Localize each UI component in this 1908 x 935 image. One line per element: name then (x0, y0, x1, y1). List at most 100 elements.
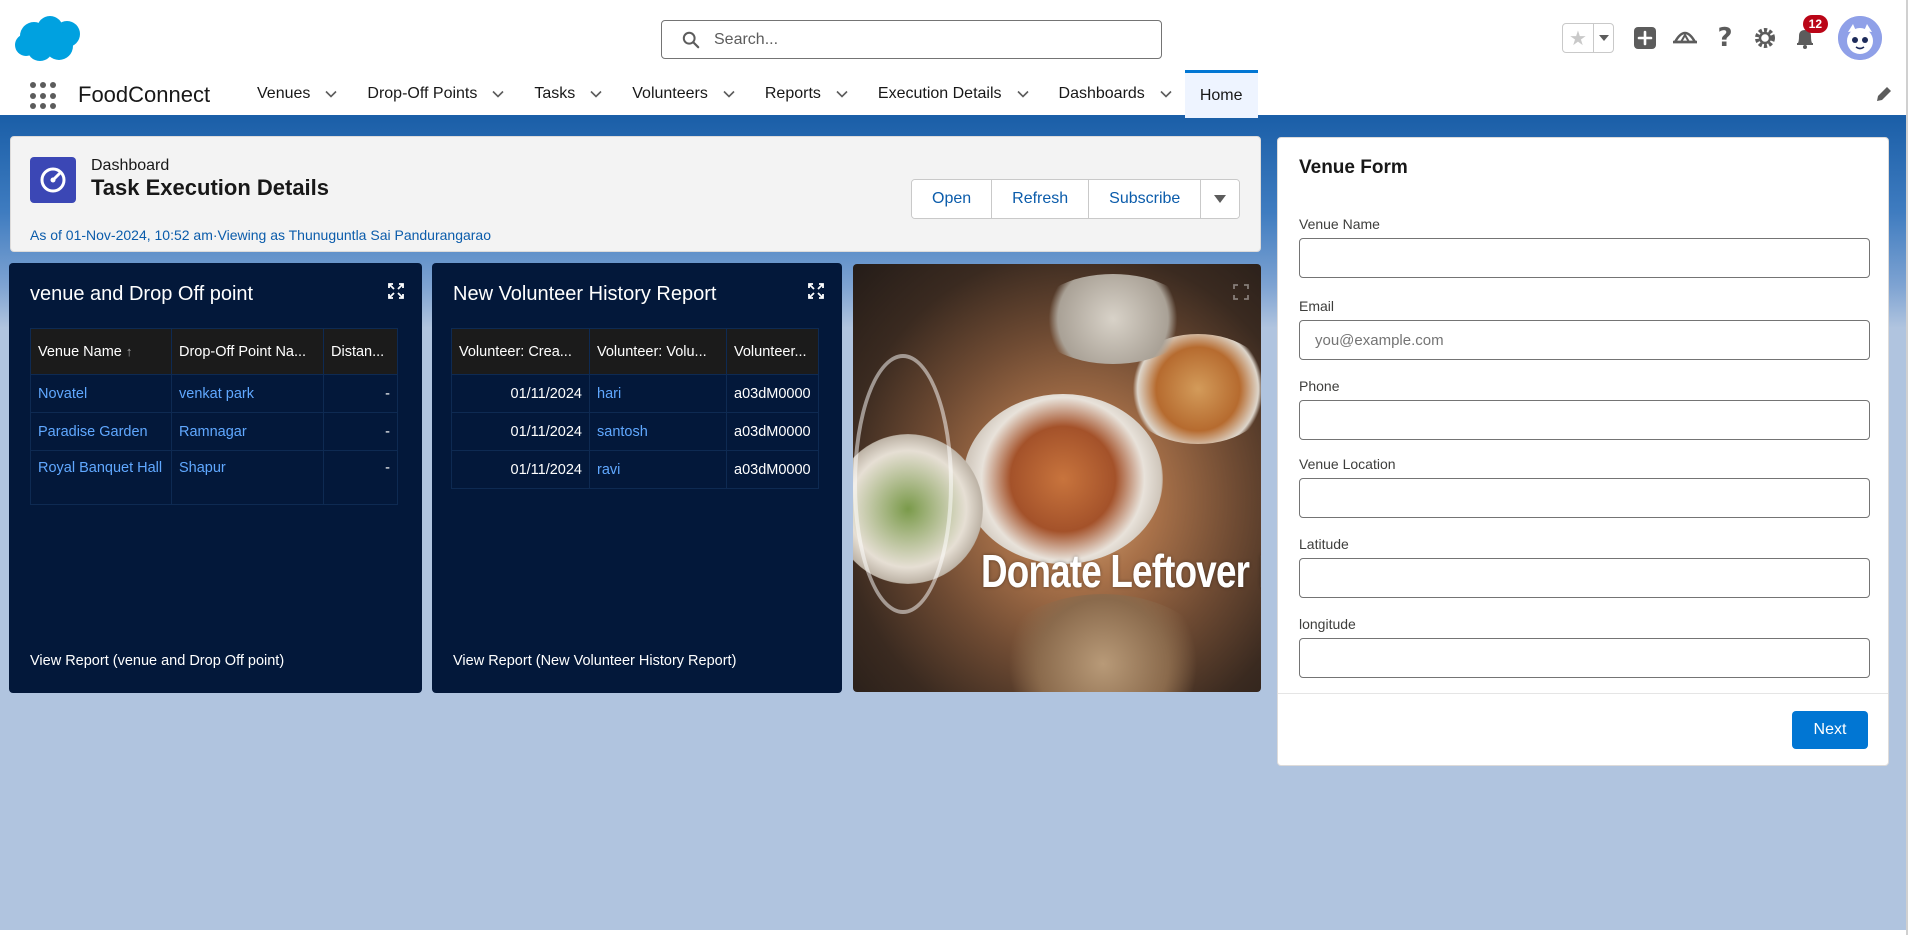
header-utility-icons: ★ ? 12 (1562, 15, 1882, 60)
column-header-volunteer-name[interactable]: Volunteer: Volu... (589, 328, 727, 375)
chevron-down-icon[interactable] (589, 87, 603, 101)
column-header-distance[interactable]: Distan... (323, 328, 398, 375)
dropoff-link[interactable]: venkat park (171, 374, 324, 413)
nav-tab-dashboards[interactable]: Dashboards (1042, 70, 1185, 118)
volunteer-link[interactable]: hari (589, 374, 727, 413)
bell-icon[interactable]: 12 (1792, 15, 1828, 51)
volunteer-id: a03dM0000 (726, 450, 819, 489)
open-button[interactable]: Open (912, 180, 993, 218)
latitude-field-group: Latitude (1299, 536, 1870, 598)
report-table: Venue Name ↑ Drop-Off Point Na... Distan… (30, 328, 398, 505)
field-label: Email (1299, 298, 1335, 314)
dropoff-link[interactable]: Shapur (171, 450, 324, 505)
created-date: 01/11/2024 (451, 374, 590, 413)
nav-tab-reports[interactable]: Reports (748, 70, 861, 118)
search-icon (682, 31, 700, 48)
nav-tab-volunteers[interactable]: Volunteers (615, 70, 748, 118)
form-title: Venue Form (1299, 157, 1408, 178)
field-label: Phone (1299, 378, 1340, 394)
report-table: Volunteer: Crea... Volunteer: Volu... Vo… (451, 328, 819, 489)
more-actions-button[interactable] (1201, 180, 1240, 218)
nav-tab-tasks[interactable]: Tasks (517, 70, 615, 118)
chevron-down-icon[interactable] (722, 87, 736, 101)
refresh-button[interactable]: Refresh (992, 180, 1090, 218)
subscribe-button[interactable]: Subscribe (1089, 180, 1202, 218)
widget-volunteer-history: New Volunteer History Report Volunteer: … (432, 263, 842, 693)
nav-tab-venues[interactable]: Venues (240, 70, 350, 118)
venue-link[interactable]: Royal Banquet Hall (30, 450, 172, 505)
table-row: Paradise Garden Ramnagar - (30, 412, 398, 451)
chevron-down-icon (1214, 195, 1227, 203)
table-row: 01/11/2024 hari a03dM0000 (451, 374, 819, 413)
column-header-dropoff[interactable]: Drop-Off Point Na... (171, 328, 324, 375)
food-plate-graphic (963, 394, 1163, 564)
star-icon[interactable]: ★ (1563, 24, 1593, 52)
global-header: ★ ? 12 (0, 0, 1908, 70)
chevron-down-icon[interactable] (324, 87, 338, 101)
venue-name-input[interactable] (1299, 238, 1870, 278)
widget-title: venue and Drop Off point (30, 283, 254, 305)
add-icon[interactable] (1632, 25, 1658, 51)
salesforce-cloud-logo[interactable] (12, 14, 86, 64)
favorites-dropdown-icon[interactable] (1593, 24, 1613, 52)
favorites-group: ★ (1562, 23, 1614, 53)
volunteer-id: a03dM0000 (726, 412, 819, 451)
help-icon[interactable]: ? (1712, 23, 1738, 53)
chevron-down-icon[interactable] (491, 87, 505, 101)
column-header-created-date[interactable]: Volunteer: Crea... (451, 328, 590, 375)
venue-form: Venue Form Venue Name Email Phone Venue … (1277, 137, 1889, 766)
volunteer-link[interactable]: santosh (589, 412, 727, 451)
view-report-link[interactable]: View Report (venue and Drop Off point) (30, 653, 284, 669)
volunteer-link[interactable]: ravi (589, 450, 727, 489)
field-label: Venue Name (1299, 216, 1380, 232)
avatar[interactable] (1838, 16, 1882, 60)
nav-tab-label: Venues (257, 85, 311, 102)
expand-icon[interactable] (808, 283, 824, 299)
food-plate-graphic (1033, 274, 1193, 364)
page-content: Dashboard Task Execution Details As of 0… (0, 118, 1908, 930)
distance-value: - (323, 412, 398, 451)
latitude-input[interactable] (1299, 558, 1870, 598)
venue-link[interactable]: Paradise Garden (30, 412, 172, 451)
longitude-field-group: longitude (1299, 616, 1870, 678)
gear-icon[interactable] (1752, 25, 1778, 51)
table-row: Novatel venkat park - (30, 374, 398, 413)
dropoff-link[interactable]: Ramnagar (171, 412, 324, 451)
chevron-down-icon[interactable] (1016, 87, 1030, 101)
app-launcher-icon[interactable] (30, 82, 58, 110)
search-input[interactable] (714, 30, 1154, 49)
phone-input[interactable] (1299, 400, 1870, 440)
nav-tab-drop-off-points[interactable]: Drop-Off Points (350, 70, 517, 118)
venue-name-field-group: Venue Name (1299, 216, 1870, 278)
nav-tab-execution-details[interactable]: Execution Details (861, 70, 1042, 118)
next-button[interactable]: Next (1792, 711, 1868, 749)
created-date: 01/11/2024 (451, 450, 590, 489)
nav-tab-label: Dashboards (1058, 85, 1145, 102)
column-header-venue-name[interactable]: Venue Name ↑ (30, 328, 172, 375)
chevron-down-icon[interactable] (1159, 87, 1173, 101)
global-search[interactable] (661, 20, 1162, 59)
widget-venue-dropoff: venue and Drop Off point Venue Name ↑ Dr… (9, 263, 422, 693)
venue-location-input[interactable] (1299, 478, 1870, 518)
nav-tab-label: Drop-Off Points (367, 85, 478, 102)
trailhead-icon[interactable] (1672, 25, 1698, 51)
chevron-down-icon[interactable] (835, 87, 849, 101)
food-plate-graphic (993, 594, 1213, 692)
field-label: Latitude (1299, 536, 1349, 552)
volunteer-id: a03dM0000 (726, 374, 819, 413)
column-header-volunteer-id[interactable]: Volunteer... (726, 328, 819, 375)
donate-food-image: Donate Leftover Food (853, 264, 1261, 692)
food-plate-graphic (853, 354, 953, 614)
nav-tab-label: Tasks (534, 85, 576, 102)
pencil-icon[interactable] (1874, 84, 1894, 104)
venue-link[interactable]: Novatel (30, 374, 172, 413)
longitude-input[interactable] (1299, 638, 1870, 678)
view-report-link[interactable]: View Report (New Volunteer History Repor… (453, 653, 736, 669)
email-field[interactable] (1299, 320, 1870, 360)
dashboard-header: Dashboard Task Execution Details As of 0… (10, 136, 1261, 252)
expand-icon[interactable] (388, 283, 404, 299)
nav-tab-home[interactable]: Home (1184, 70, 1258, 118)
form-footer-divider (1278, 693, 1888, 694)
expand-icon[interactable] (1233, 284, 1249, 300)
app-navigation-bar: FoodConnect Venues Drop-Off Points Tasks… (0, 70, 1908, 118)
